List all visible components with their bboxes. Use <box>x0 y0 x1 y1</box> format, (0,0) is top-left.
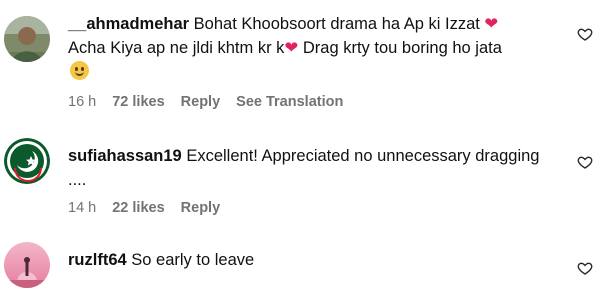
comment-meta: 16 h 72 likes Reply See Translation <box>68 94 359 110</box>
avatar[interactable] <box>4 138 50 184</box>
comment-text: .... <box>68 171 87 189</box>
comment-time[interactable]: 14 h <box>68 200 96 216</box>
reply-button[interactable]: Reply <box>181 200 221 216</box>
comment-item: __ahmadmehar Bohat Khoobsoort drama ha A… <box>0 0 603 120</box>
comment-body: sufiahassan19 Excellent! Appreciated no … <box>68 144 568 192</box>
red-heart-emoji: ❤ <box>284 39 299 57</box>
smiling-face-emoji <box>70 61 89 80</box>
comment-item: ruzlft64 So early to leave <box>0 230 603 290</box>
comment-text: Acha Kiya ap ne jldi khtm kr k <box>68 39 285 57</box>
likes-count[interactable]: 72 likes <box>112 94 164 110</box>
comment-body: __ahmadmehar Bohat Khoobsoort drama ha A… <box>68 12 568 84</box>
comment-body: ruzlft64 So early to leave <box>68 248 568 272</box>
comment-text: Drag krty tou boring ho jata <box>302 39 502 57</box>
avatar[interactable] <box>4 242 50 288</box>
heart-outline-icon[interactable] <box>577 154 593 170</box>
reply-button[interactable]: Reply <box>181 94 221 110</box>
comment-text: Bohat Khoobsoort drama ha Ap ki Izzat <box>193 15 480 33</box>
comment-text: So early to leave <box>131 251 255 269</box>
heart-outline-icon[interactable] <box>577 260 593 276</box>
comment-time[interactable]: 16 h <box>68 94 96 110</box>
comment-username[interactable]: sufiahassan19 <box>68 147 182 165</box>
red-heart-emoji: ❤ <box>484 15 499 33</box>
see-translation-button[interactable]: See Translation <box>236 94 343 110</box>
avatar[interactable] <box>4 16 50 62</box>
comment-username[interactable]: __ahmadmehar <box>68 15 189 33</box>
comment-text: Excellent! Appreciated no unnecessary dr… <box>186 147 540 165</box>
comment-item: sufiahassan19 Excellent! Appreciated no … <box>0 120 603 230</box>
heart-outline-icon[interactable] <box>577 26 593 42</box>
likes-count[interactable]: 22 likes <box>112 200 164 216</box>
comment-meta: 14 h 22 likes Reply <box>68 200 236 216</box>
comment-username[interactable]: ruzlft64 <box>68 251 127 269</box>
